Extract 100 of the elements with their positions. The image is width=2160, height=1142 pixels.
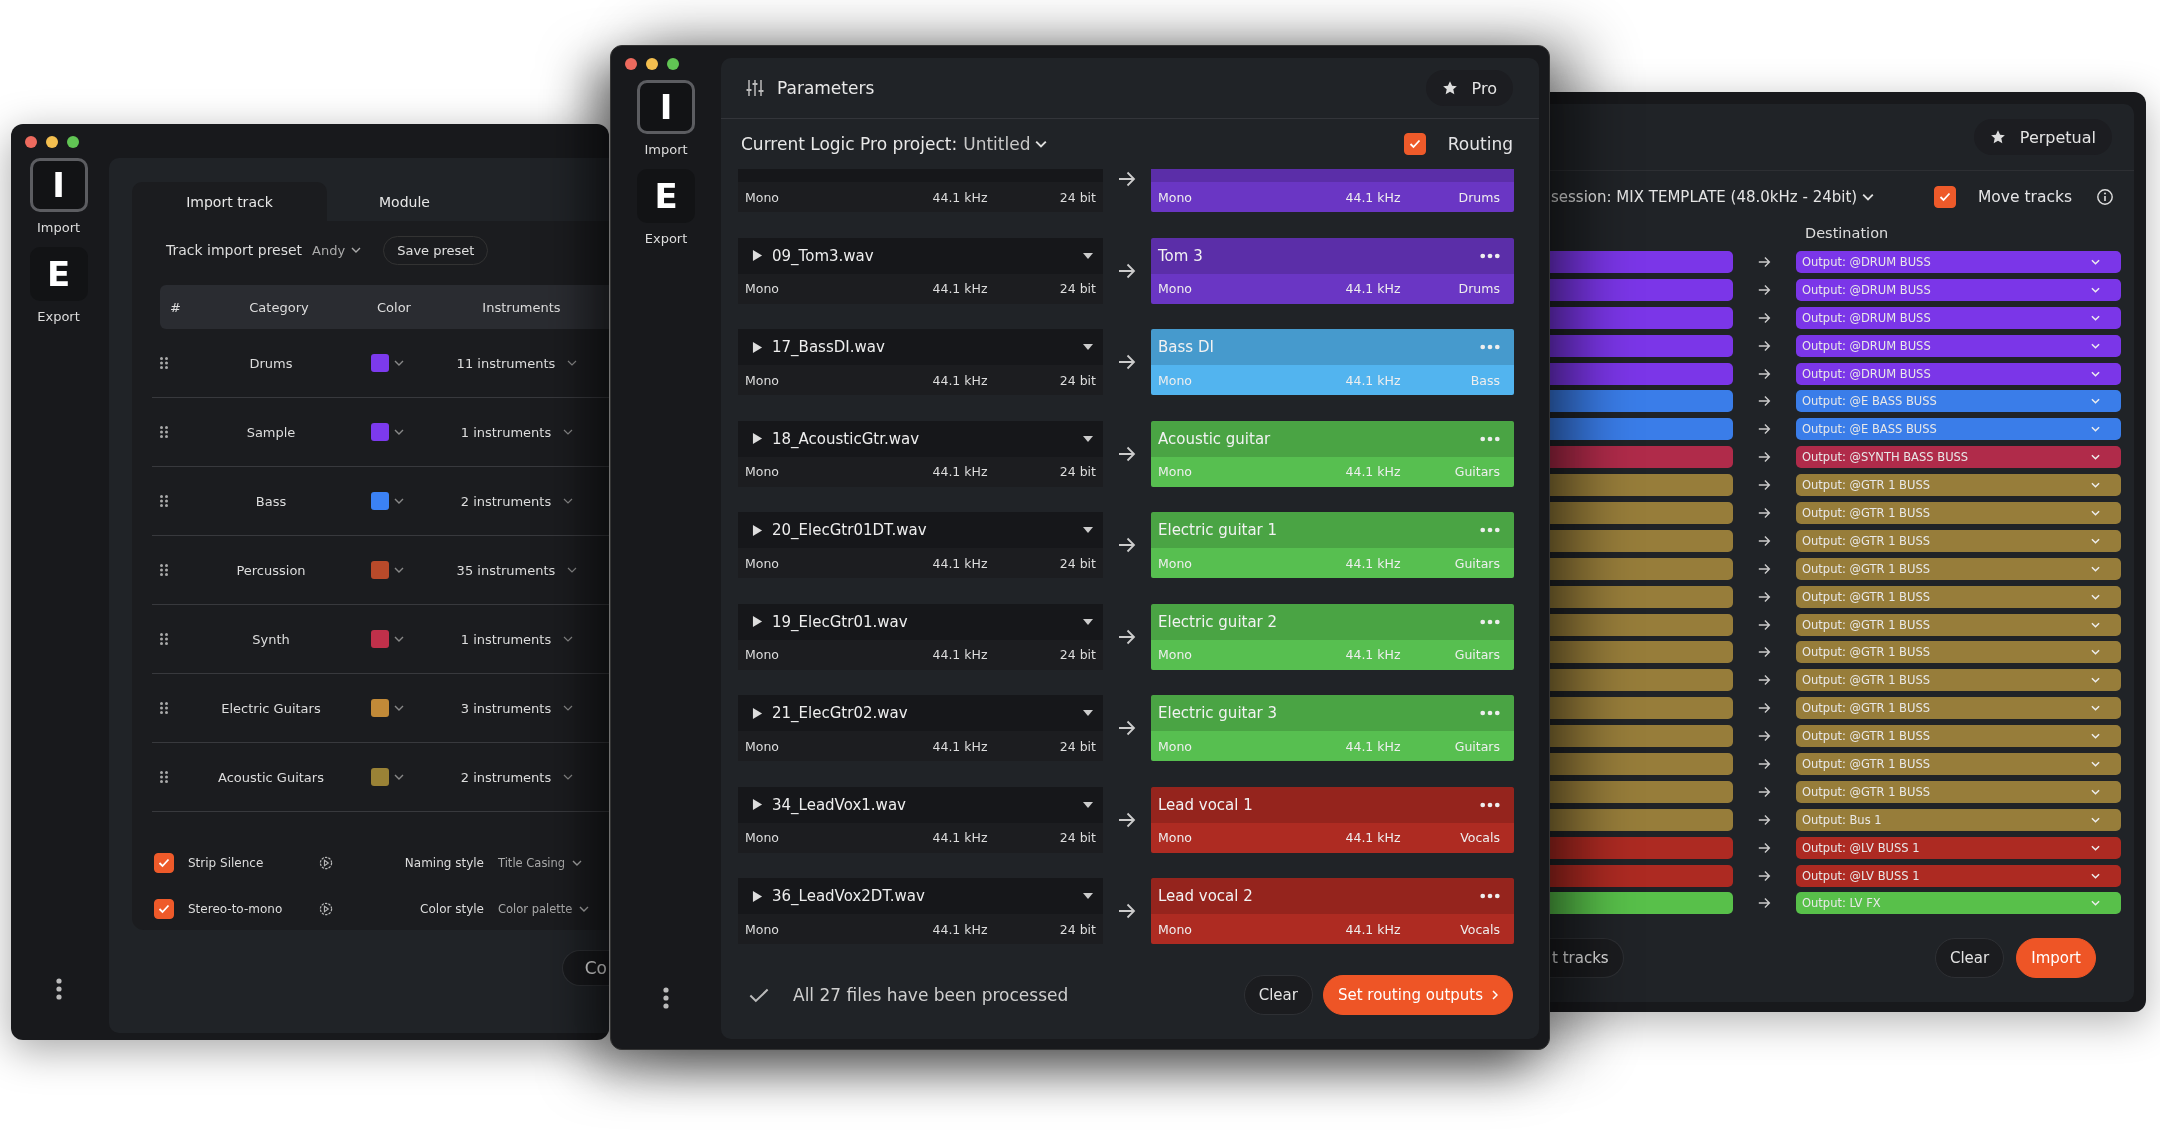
setting-dropdown[interactable]: Color palette [498, 902, 590, 916]
output-dropdown[interactable]: Output: @DRUM BUSS [1796, 306, 2121, 329]
caret-icon[interactable] [1083, 618, 1093, 625]
plan-badge[interactable]: Pro [1425, 70, 1513, 106]
play-icon[interactable] [752, 523, 763, 537]
more-icon[interactable] [663, 987, 669, 1009]
caret-icon[interactable] [1083, 710, 1093, 716]
output-dropdown[interactable]: Output: @GTR 1 BUSS [1796, 641, 2121, 664]
caret-icon[interactable] [1083, 344, 1093, 350]
tab[interactable]: Module [327, 182, 482, 221]
caret-icon[interactable] [1083, 435, 1093, 442]
caret-icon[interactable] [1083, 893, 1093, 899]
instruments-dropdown[interactable]: 2 instruments [432, 492, 602, 510]
output-dropdown[interactable]: Output: @GTR 1 BUSS [1796, 725, 2121, 748]
output-dropdown[interactable]: Output: @GTR 1 BUSS [1796, 613, 2121, 636]
caret-icon[interactable] [1083, 801, 1093, 808]
minimize-button[interactable] [46, 136, 58, 148]
output-dropdown[interactable]: Output: @E BASS BUSS [1796, 390, 2121, 413]
output-dropdown[interactable]: Output: Bus 1 [1796, 808, 2121, 831]
instruments-dropdown[interactable]: 3 instruments [432, 699, 602, 717]
zoom-button[interactable] [667, 58, 679, 70]
drag-handle-icon[interactable] [160, 357, 168, 369]
play-icon[interactable] [752, 615, 763, 628]
output-dropdown[interactable]: Output: @GTR 1 BUSS [1796, 697, 2121, 720]
output-dropdown[interactable]: Output: @DRUM BUSS [1796, 251, 2121, 273]
destination-track-card[interactable]: Lead vocal 2 Mono 44.1 kHz Vocals [1151, 878, 1514, 944]
output-dropdown[interactable]: Output: @E BASS BUSS [1796, 418, 2121, 441]
output-dropdown[interactable]: Output: @GTR 1 BUSS [1796, 474, 2121, 497]
sidebar-tile[interactable]: E [637, 169, 695, 223]
output-dropdown[interactable]: Output: @DRUM BUSS [1796, 334, 2121, 357]
more-icon[interactable] [55, 978, 62, 1000]
more-icon[interactable] [1480, 801, 1500, 808]
arrow-icon [1758, 367, 1771, 380]
track-name: Electric guitar 1 [1158, 521, 1278, 539]
footer-button[interactable]: Import [2016, 938, 2096, 979]
output-dropdown[interactable]: Output: @LV BUSS 1 [1796, 864, 2121, 887]
continue-button[interactable]: Co [561, 950, 609, 986]
checkbox[interactable] [154, 853, 174, 873]
output-dropdown[interactable]: Output: @GTR 1 BUSS [1796, 753, 2121, 776]
footer-button[interactable]: t tracks [1548, 938, 1624, 979]
footer-button[interactable]: Clear [1243, 975, 1313, 1015]
more-icon[interactable] [1480, 252, 1500, 259]
output-dropdown[interactable]: Output: @GTR 1 BUSS [1796, 669, 2121, 692]
tab[interactable]: Import track [132, 182, 327, 221]
play-icon[interactable] [752, 706, 763, 720]
footer-button[interactable]: Set routing outputs [1322, 975, 1513, 1015]
drag-handle-icon[interactable] [160, 495, 168, 507]
chevron-icon [2091, 259, 2100, 265]
drag-handle-icon[interactable] [160, 771, 168, 783]
sidebar-tile[interactable]: E [29, 247, 88, 301]
zoom-button[interactable] [67, 136, 79, 148]
drag-handle-icon[interactable] [160, 426, 168, 438]
output-dropdown[interactable]: Output: @GTR 1 BUSS [1796, 780, 2121, 803]
more-icon[interactable] [1480, 893, 1500, 899]
caret-icon[interactable] [1083, 252, 1093, 259]
project-dropdown[interactable]: Untitled [963, 134, 1048, 154]
minimize-button[interactable] [646, 58, 658, 70]
footer-button[interactable]: Clear [1934, 938, 2005, 979]
play-icon[interactable] [752, 889, 763, 903]
caret-icon[interactable] [1083, 527, 1093, 533]
instruments-dropdown[interactable]: 1 instruments [432, 630, 602, 648]
output-dropdown[interactable]: Output: @DRUM BUSS [1796, 362, 2121, 385]
close-button[interactable] [25, 136, 37, 148]
gear-icon[interactable] [318, 901, 334, 917]
preset-dropdown[interactable]: Andy [312, 242, 374, 258]
checkbox[interactable] [1934, 186, 1956, 208]
destination-track-card[interactable]: Mono 44.1 kHz Drums [1151, 169, 1514, 212]
instruments-dropdown[interactable]: 2 instruments [432, 768, 602, 786]
destination-track-card[interactable]: Acoustic guitar Mono 44.1 kHz Guitars [1151, 420, 1514, 487]
play-icon[interactable] [752, 340, 763, 354]
output-dropdown[interactable]: Output: @DRUM BUSS [1796, 278, 2121, 301]
instruments-dropdown[interactable]: 11 instruments [432, 354, 602, 372]
drag-handle-icon[interactable] [160, 633, 168, 645]
info-icon[interactable] [2096, 188, 2114, 206]
play-icon[interactable] [752, 432, 763, 445]
output-dropdown[interactable]: Output: @GTR 1 BUSS [1796, 557, 2121, 580]
output-dropdown[interactable]: Output: @GTR 1 BUSS [1796, 529, 2121, 552]
instruments-dropdown[interactable]: 35 instruments [432, 561, 602, 579]
gear-icon[interactable] [318, 855, 334, 871]
sidebar-tile[interactable]: I [29, 158, 88, 212]
destination-track-card[interactable]: Lead vocal 1 Mono 44.1 kHz Vocals [1151, 786, 1514, 853]
setting-dropdown[interactable]: Title Casing [498, 856, 583, 870]
drag-handle-icon[interactable] [160, 702, 168, 714]
drag-handle-icon[interactable] [160, 564, 168, 576]
output-dropdown[interactable]: Output: @GTR 1 BUSS [1796, 585, 2121, 608]
close-button[interactable] [625, 58, 637, 70]
arrow-icon [1758, 646, 1771, 659]
output-dropdown[interactable]: Output: @LV BUSS 1 [1796, 836, 2121, 859]
session-dropdown[interactable]: session: MIX TEMPLATE (48.0kHz - 24bit) [1551, 188, 1875, 206]
play-icon[interactable] [752, 249, 763, 262]
chevron-icon [563, 774, 574, 780]
play-icon[interactable] [752, 798, 763, 811]
instruments-dropdown[interactable]: 1 instruments [432, 423, 602, 441]
checkbox[interactable] [1403, 133, 1426, 155]
plan-badge[interactable]: Perpetual [1973, 119, 2112, 155]
sidebar-tile[interactable]: I [637, 80, 695, 134]
output-dropdown[interactable]: Output: @GTR 1 BUSS [1796, 502, 2121, 524]
output-dropdown[interactable]: Output: @SYNTH BASS BUSS [1796, 446, 2121, 469]
destination-track-card[interactable]: Tom 3 Mono 44.1 kHz Drums [1151, 237, 1514, 304]
checkbox[interactable] [154, 899, 174, 919]
